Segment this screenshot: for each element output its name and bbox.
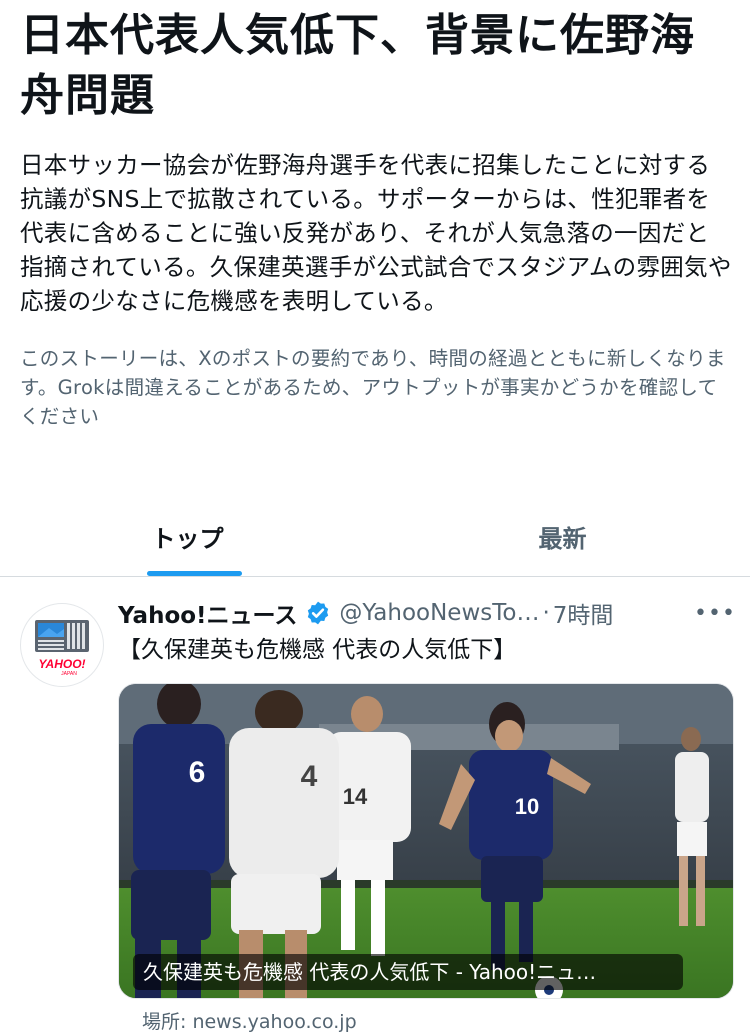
post-handle[interactable]: @YahooNewsTo…	[339, 600, 539, 626]
avatar[interactable]: YAHOO! JAPAN	[20, 603, 104, 687]
post-timestamp[interactable]: 7時間	[553, 596, 614, 630]
tab-top[interactable]: トップ	[0, 496, 375, 576]
tab-top-label: トップ	[151, 524, 224, 553]
svg-text:10: 10	[515, 794, 539, 819]
story-disclaimer: このストーリーは、Xのポストの要約であり、時間の経過とともに新しくなります。Gr…	[20, 347, 726, 428]
avatar-logo-text: YAHOO!	[38, 657, 85, 671]
post-author-name[interactable]: Yahoo!ニュース	[118, 596, 297, 630]
svg-text:14: 14	[343, 784, 368, 809]
post-header: Yahoo!ニュース @YahooNewsTo… · 7時間	[118, 595, 738, 631]
story-section: 日本代表人気低下、背景に佐野海舟問題 日本サッカー協会が佐野海舟選手を代表に招集…	[20, 0, 732, 431]
tab-latest-label: 最新	[538, 524, 587, 553]
post-text: 【久保建英も危機感 代表の人気低下】	[118, 637, 517, 663]
verified-badge-icon	[308, 601, 329, 625]
yahoo-news-logo-icon: YAHOO! JAPAN	[35, 620, 89, 677]
post-card[interactable]: YAHOO! JAPAN Yahoo!ニュース @YahooNewsTo… · …	[0, 577, 750, 1033]
media-caption: 久保建英も危機感 代表の人気低下 - Yahoo!ニュ…	[133, 954, 683, 990]
story-headline: 日本代表人気低下、背景に佐野海舟問題	[20, 10, 695, 121]
more-dots-icon[interactable]: •••	[694, 595, 735, 631]
story-summary: 日本サッカー協会が佐野海舟選手を代表に招集したことに対する抗議がSNS上で拡散さ…	[20, 151, 732, 315]
soccer-match-photo: 10 14 4 6	[119, 684, 733, 998]
svg-text:6: 6	[189, 756, 206, 789]
tab-bar: トップ 最新	[0, 496, 750, 577]
active-tab-indicator	[147, 571, 242, 576]
post-separator: ·	[542, 600, 550, 626]
avatar-logo-subtext: JAPAN	[61, 671, 77, 677]
post-media-card[interactable]: 10 14 4 6 久保建英も危機感 代表の人気低下 - Yahoo!ニュ…	[118, 683, 734, 999]
tab-latest[interactable]: 最新	[375, 496, 750, 576]
svg-text:4: 4	[301, 760, 318, 793]
